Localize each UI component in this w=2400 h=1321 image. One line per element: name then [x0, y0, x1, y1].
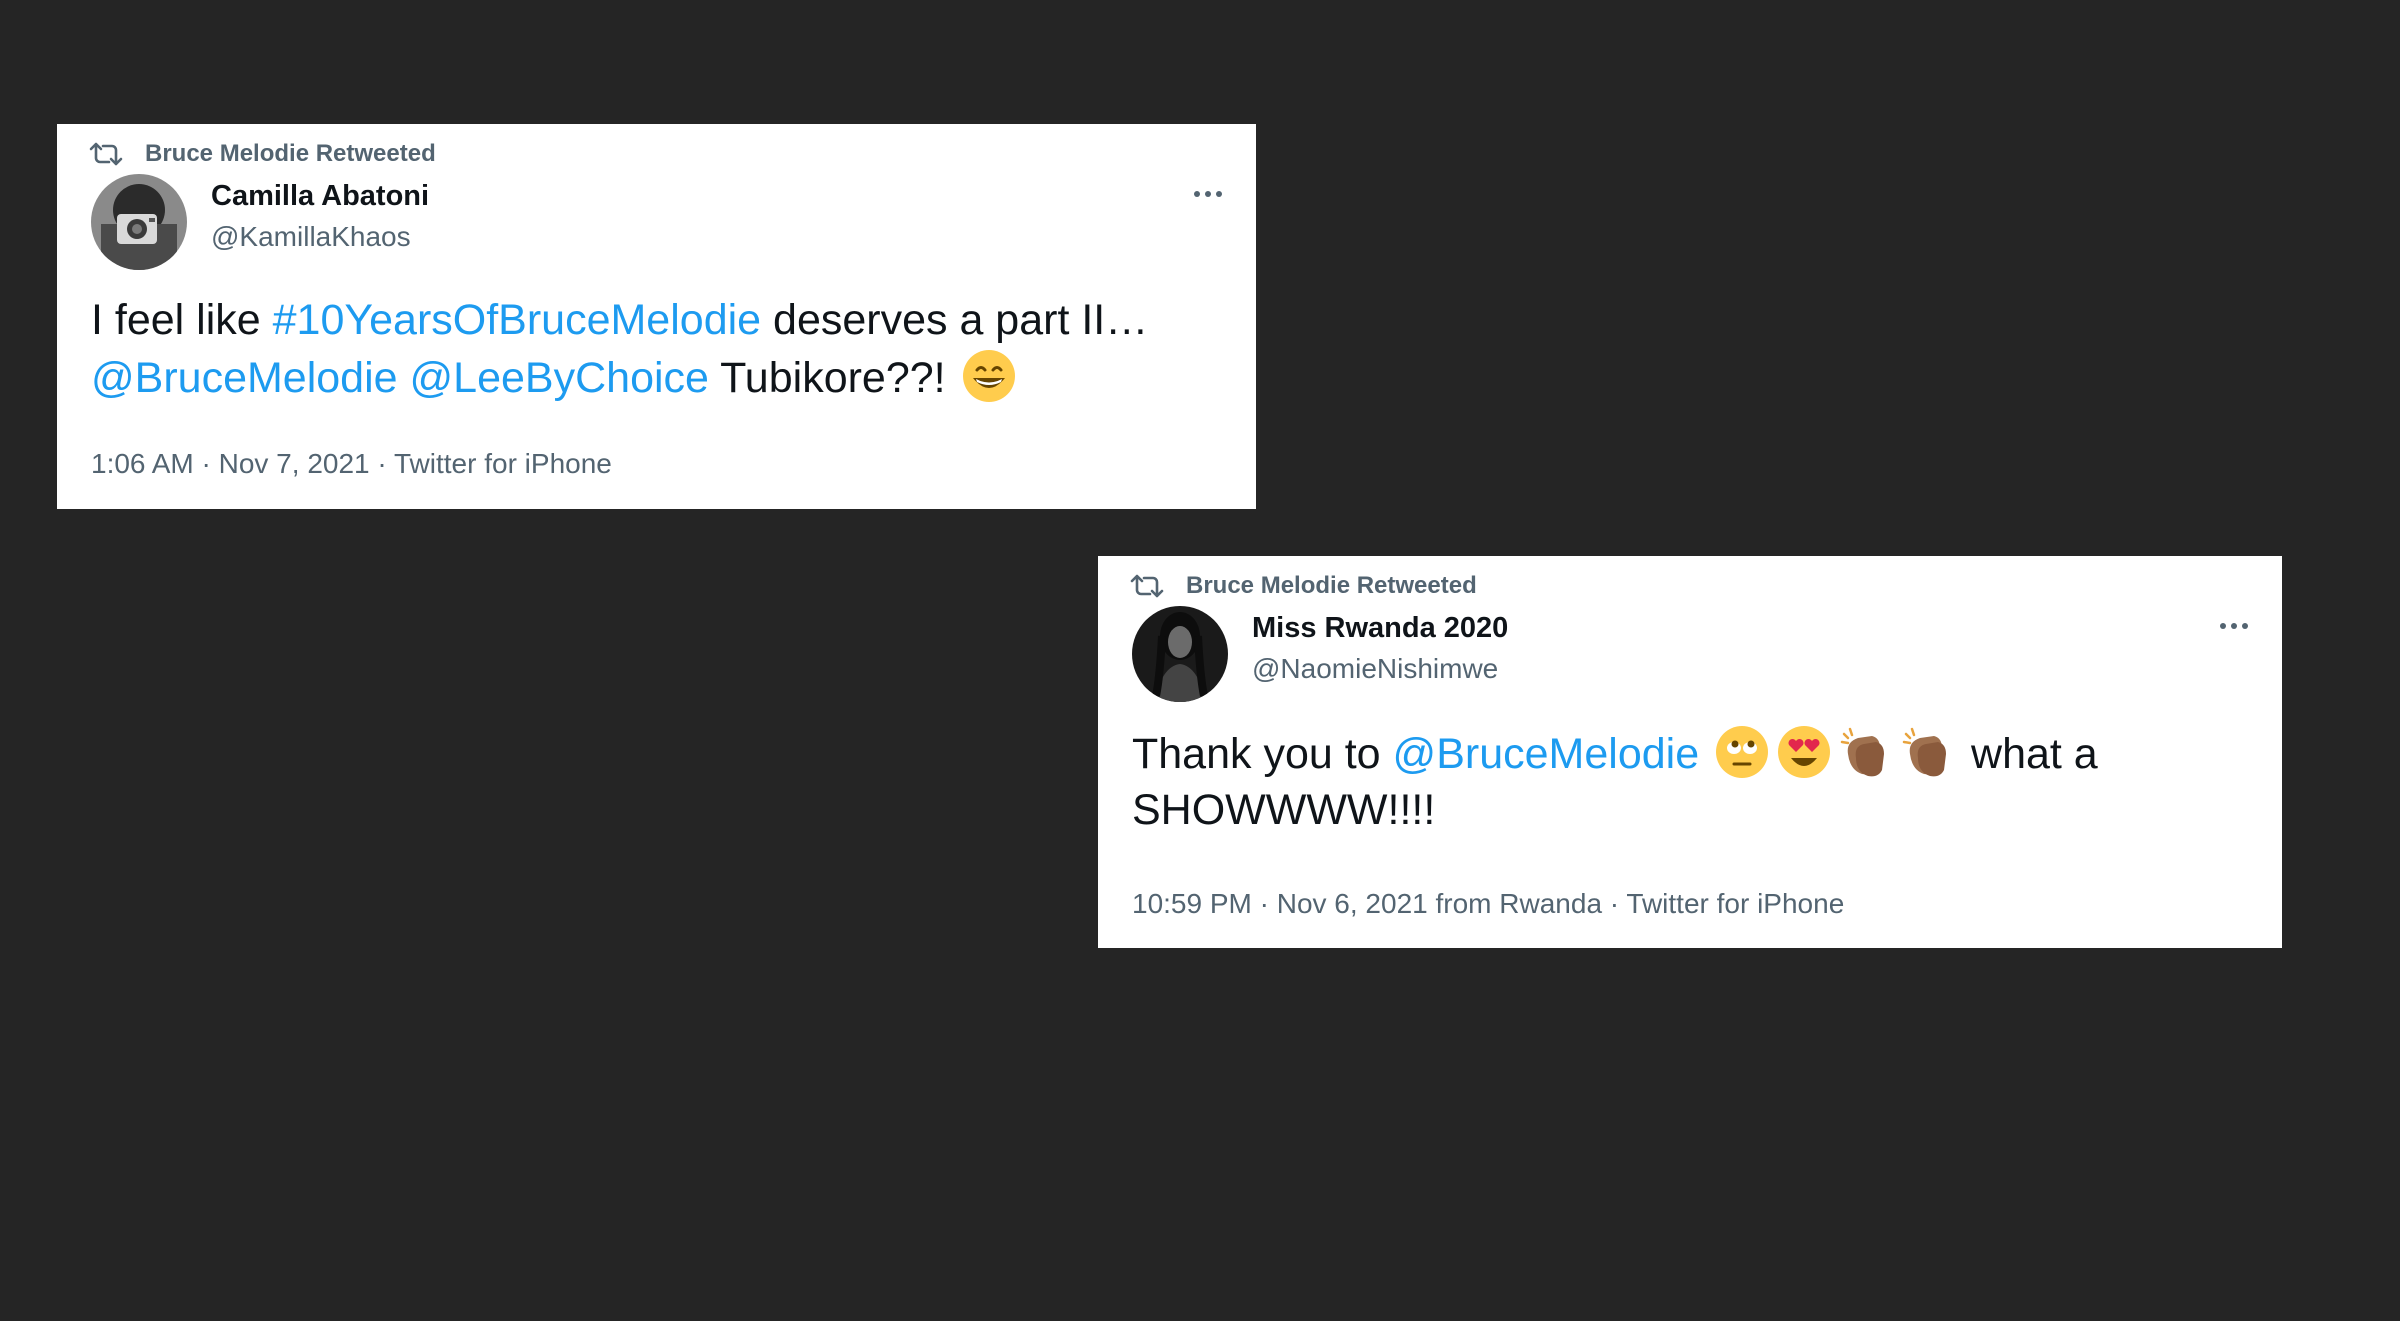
retweet-label: Bruce Melodie Retweeted	[1186, 572, 1477, 599]
tweet-timestamp-meta[interactable]: 1:06 AM · Nov 7, 2021 · Twitter for iPho…	[91, 448, 612, 480]
tweet-text: Thank you to @BruceMelodie what a SHOWWW…	[1132, 724, 2262, 838]
user-handle[interactable]: @NaomieNishimwe	[1252, 653, 1498, 685]
tweet-timestamp-meta[interactable]: 10:59 PM · Nov 6, 2021 from Rwanda · Twi…	[1132, 888, 1844, 920]
display-name[interactable]: Camilla Abatoni	[211, 180, 429, 213]
mention-link[interactable]: @BruceMelodie	[1393, 730, 1700, 778]
tweet-text: I feel like #10YearsOfBruceMelodie deser…	[91, 292, 1221, 406]
tweet-card-camilla[interactable]: Bruce Melodie Retweeted Camilla Abatoni …	[57, 124, 1256, 509]
retweet-icon	[89, 140, 123, 168]
clapping-hands-emoji-icon	[1838, 724, 1894, 780]
retweet-context[interactable]: Bruce Melodie Retweeted	[1130, 566, 1477, 606]
more-options-icon[interactable]	[2214, 608, 2254, 644]
tweet-text-segment: Thank you to	[1132, 730, 1393, 778]
hashtag-link[interactable]: #10YearsOfBruceMelodie	[273, 296, 761, 344]
tweet-text-segment: Tubikore??!	[708, 354, 958, 402]
mention-link[interactable]: @LeeByChoice	[410, 354, 709, 402]
clapping-hands-emoji-icon	[1900, 724, 1956, 780]
avatar[interactable]	[91, 174, 187, 270]
retweet-context[interactable]: Bruce Melodie Retweeted	[89, 134, 436, 174]
mention-link[interactable]: @BruceMelodie	[91, 354, 398, 402]
retweet-label: Bruce Melodie Retweeted	[145, 140, 436, 167]
display-name[interactable]: Miss Rwanda 2020	[1252, 612, 1508, 645]
user-handle[interactable]: @KamillaKhaos	[211, 221, 411, 253]
grinning-face-emoji-icon	[961, 348, 1017, 404]
tweet-card-miss-rwanda[interactable]: Bruce Melodie Retweeted Miss Rwanda 2020…	[1098, 556, 2282, 948]
avatar[interactable]	[1132, 606, 1228, 702]
tweet-text-segment: deserves a part II…	[761, 296, 1149, 344]
rolling-eyes-emoji-icon	[1714, 724, 1770, 780]
retweet-icon	[1130, 572, 1164, 600]
more-options-icon[interactable]	[1188, 176, 1228, 212]
tweet-text-segment: I feel like	[91, 296, 273, 344]
heart-eyes-emoji-icon	[1776, 724, 1832, 780]
screenshot-canvas: Bruce Melodie Retweeted Camilla Abatoni …	[0, 0, 2400, 1321]
